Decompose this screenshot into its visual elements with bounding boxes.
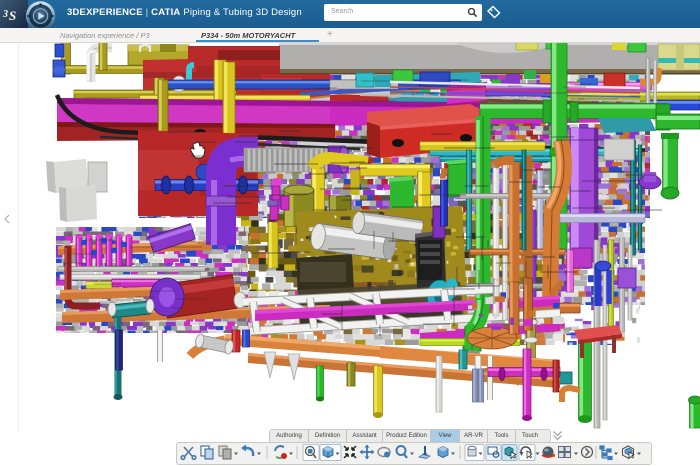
svg-text:3: 3	[2, 9, 8, 20]
svg-text:S: S	[9, 8, 16, 23]
